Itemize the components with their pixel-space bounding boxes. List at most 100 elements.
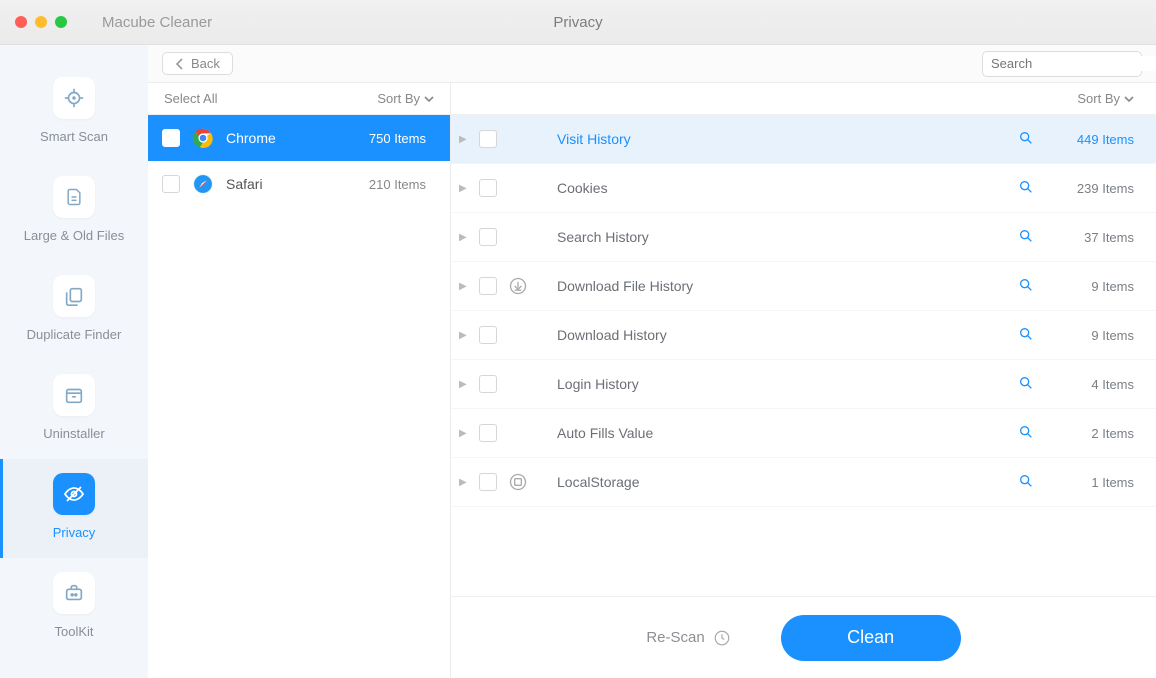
sidebar: Smart Scan Large & Old Files Duplicate F… <box>0 45 148 678</box>
sidebar-item-uninstaller[interactable]: Uninstaller <box>0 360 148 459</box>
checkbox[interactable] <box>479 424 497 442</box>
toolbox-icon <box>53 572 95 614</box>
minimize-window-button[interactable] <box>35 16 47 28</box>
disclosure-triangle-icon[interactable]: ▶ <box>459 379 469 390</box>
sidebar-item-duplicate-finder[interactable]: Duplicate Finder <box>0 261 148 360</box>
clean-button[interactable]: Clean <box>781 615 961 661</box>
disclosure-triangle-icon[interactable]: ▶ <box>459 281 469 292</box>
checkbox[interactable] <box>479 228 497 246</box>
checkbox[interactable] <box>479 277 497 295</box>
detail-row-cookies[interactable]: ▶ Cookies 239 Items <box>451 164 1156 213</box>
sidebar-item-label: Privacy <box>53 525 96 540</box>
detail-row-local-storage[interactable]: ▶ LocalStorage 1 Items <box>451 458 1156 507</box>
sort-by-button[interactable]: Sort By <box>377 91 434 106</box>
reveal-button[interactable] <box>1018 326 1034 345</box>
bottom-bar: Re-Scan Clean <box>451 596 1156 678</box>
reveal-button[interactable] <box>1018 228 1034 247</box>
row-icon-placeholder <box>507 177 529 199</box>
back-button[interactable]: Back <box>162 52 233 75</box>
browser-list-header: Select All Sort By <box>148 83 450 115</box>
sidebar-item-smart-scan[interactable]: Smart Scan <box>0 63 148 162</box>
disclosure-triangle-icon[interactable]: ▶ <box>459 134 469 145</box>
reveal-button[interactable] <box>1018 277 1034 296</box>
browser-row-chrome[interactable]: Chrome 750 Items <box>148 115 450 161</box>
detail-count: 449 Items <box>1064 132 1134 147</box>
clock-refresh-icon <box>713 629 731 647</box>
app-title: Macube Cleaner <box>102 14 212 31</box>
checkbox[interactable] <box>479 130 497 148</box>
detail-count: 1 Items <box>1064 475 1134 490</box>
sidebar-item-large-old-files[interactable]: Large & Old Files <box>0 162 148 261</box>
disclosure-triangle-icon[interactable]: ▶ <box>459 428 469 439</box>
disclosure-triangle-icon[interactable]: ▶ <box>459 232 469 243</box>
disclosure-triangle-icon[interactable]: ▶ <box>459 330 469 341</box>
files-copy-icon <box>53 275 95 317</box>
disclosure-triangle-icon[interactable]: ▶ <box>459 183 469 194</box>
chevron-left-icon <box>175 58 185 70</box>
safari-icon <box>192 173 214 195</box>
detail-row-search-history[interactable]: ▶ Search History 37 Items <box>451 213 1156 262</box>
reveal-button[interactable] <box>1018 375 1034 394</box>
search-wrapper[interactable] <box>982 51 1142 77</box>
sidebar-item-label: Duplicate Finder <box>27 327 122 342</box>
archive-icon <box>53 374 95 416</box>
sort-by-button[interactable]: Sort By <box>1077 91 1134 106</box>
detail-row-login-history[interactable]: ▶ Login History 4 Items <box>451 360 1156 409</box>
reveal-button[interactable] <box>1018 473 1034 492</box>
crosshair-icon <box>53 77 95 119</box>
detail-list: ▶ Visit History 449 Items ▶ Cookies 239 <box>451 115 1156 596</box>
zoom-window-button[interactable] <box>55 16 67 28</box>
row-icon-placeholder <box>507 128 529 150</box>
window-title: Privacy <box>553 14 602 31</box>
detail-label: Auto Fills Value <box>557 425 1008 441</box>
chevron-down-icon <box>1124 95 1134 103</box>
browser-row-safari[interactable]: Safari 210 Items <box>148 161 450 207</box>
sidebar-item-privacy[interactable]: Privacy <box>0 459 148 558</box>
detail-row-visit-history[interactable]: ▶ Visit History 449 Items <box>451 115 1156 164</box>
checkbox[interactable] <box>162 175 180 193</box>
browser-name: Safari <box>226 176 263 192</box>
storage-icon <box>507 471 529 493</box>
detail-header: Sort By <box>451 83 1156 115</box>
checkbox[interactable] <box>479 179 497 197</box>
detail-label: Visit History <box>557 131 1008 147</box>
detail-count: 2 Items <box>1064 426 1134 441</box>
reveal-button[interactable] <box>1018 179 1034 198</box>
checkbox[interactable] <box>479 326 497 344</box>
detail-count: 9 Items <box>1064 279 1134 294</box>
file-icon <box>53 176 95 218</box>
detail-count: 4 Items <box>1064 377 1134 392</box>
disclosure-triangle-icon[interactable]: ▶ <box>459 477 469 488</box>
checkbox[interactable] <box>162 129 180 147</box>
eye-off-icon <box>53 473 95 515</box>
back-label: Back <box>191 56 220 71</box>
chrome-icon <box>192 127 214 149</box>
sidebar-item-label: ToolKit <box>54 624 93 639</box>
reveal-button[interactable] <box>1018 130 1034 149</box>
row-icon-placeholder <box>507 373 529 395</box>
detail-label: LocalStorage <box>557 474 1008 490</box>
sidebar-item-label: Large & Old Files <box>24 228 124 243</box>
reveal-button[interactable] <box>1018 424 1034 443</box>
browser-count: 750 Items <box>369 131 426 146</box>
browser-list-panel: Select All Sort By <box>148 83 451 678</box>
select-all-label[interactable]: Select All <box>164 91 217 106</box>
checkbox[interactable] <box>479 473 497 491</box>
sidebar-item-toolkit[interactable]: ToolKit <box>0 558 148 657</box>
detail-label: Download History <box>557 327 1008 343</box>
detail-label: Download File History <box>557 278 1008 294</box>
detail-label: Login History <box>557 376 1008 392</box>
sidebar-item-label: Uninstaller <box>43 426 104 441</box>
checkbox[interactable] <box>479 375 497 393</box>
row-icon-placeholder <box>507 422 529 444</box>
search-input[interactable] <box>991 56 1156 71</box>
detail-row-download-file-history[interactable]: ▶ Download File History 9 Items <box>451 262 1156 311</box>
detail-row-auto-fills[interactable]: ▶ Auto Fills Value 2 Items <box>451 409 1156 458</box>
chevron-down-icon <box>424 95 434 103</box>
detail-row-download-history[interactable]: ▶ Download History 9 Items <box>451 311 1156 360</box>
detail-count: 37 Items <box>1064 230 1134 245</box>
row-icon-placeholder <box>507 226 529 248</box>
rescan-button[interactable]: Re-Scan <box>646 629 730 647</box>
close-window-button[interactable] <box>15 16 27 28</box>
detail-label: Cookies <box>557 180 1008 196</box>
